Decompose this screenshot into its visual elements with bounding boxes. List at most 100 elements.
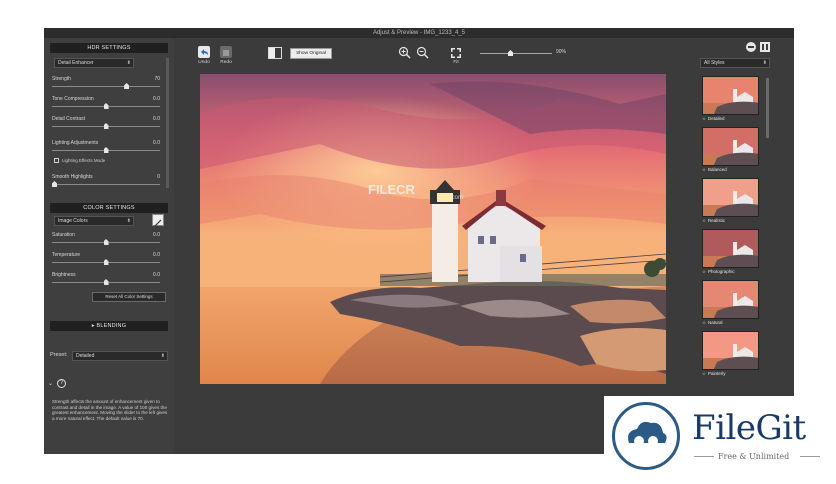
undo-label: Undo — [198, 60, 210, 65]
styles-panel: All Styles ⬍ ☆ Detailed ☆ Balanced ☆ Realisti… — [694, 38, 794, 454]
star-icon[interactable]: ☆ — [702, 269, 706, 274]
style-name: Natural — [708, 320, 723, 325]
star-icon[interactable]: ☆ — [702, 116, 706, 121]
minus-icon — [748, 46, 754, 48]
styles-scrollbar[interactable] — [766, 78, 769, 138]
grid-view-button[interactable] — [760, 42, 770, 52]
slider-value: 0.0 — [153, 96, 160, 102]
slider-thumb[interactable] — [124, 83, 130, 89]
redo-icon — [223, 50, 229, 56]
preset-value: Detailed — [76, 353, 95, 359]
style-thumbnail[interactable]: ☆ Natural — [702, 280, 759, 327]
slider-label: Saturation — [52, 232, 75, 238]
slider-detail-contrast[interactable]: Detail Contrast 0.0 — [52, 116, 160, 134]
chevron-down-icon: ⬍ — [160, 353, 165, 359]
top-toolbar: Undo Redo Show Original Fit 90% — [174, 38, 694, 78]
style-name: Realistic — [708, 218, 726, 223]
style-name: Balanced — [708, 167, 727, 172]
slider-label: Tone Compression — [52, 96, 94, 102]
slider-track[interactable] — [52, 86, 160, 87]
slider-strength[interactable]: Strength 70 — [52, 76, 160, 94]
star-icon[interactable]: ☆ — [702, 320, 706, 325]
redo-label: Redo — [220, 60, 232, 65]
zoom-in-button[interactable] — [398, 46, 411, 59]
chevron-down-icon: ⬍ — [762, 60, 767, 66]
zoom-out-icon — [416, 46, 429, 59]
window-title: Adjust & Preview - IMG_1233_4_5 — [44, 28, 794, 38]
style-thumbnail-label: ☆ Balanced — [702, 166, 759, 174]
filegit-badge: FileGit Free & Unlimited — [604, 396, 836, 484]
style-thumbnail-image[interactable] — [702, 229, 759, 268]
style-thumbnail-label: ☆ Realistic — [702, 217, 759, 225]
slider-thumb[interactable] — [52, 181, 57, 187]
color-mode-dropdown[interactable]: Image Colors ⬍ — [54, 216, 134, 226]
style-thumbnail[interactable]: ☆ Realistic — [702, 178, 759, 225]
slider-value: 0.0 — [153, 116, 160, 122]
hdr-preset-dropdown[interactable]: Detail Enhancer ⬍ — [54, 58, 134, 68]
style-thumbnail[interactable]: ☆ Photographic — [702, 229, 759, 276]
zoom-value: 90% — [556, 49, 567, 55]
preset-dropdown[interactable]: Detailed ⬍ — [72, 351, 168, 361]
preview-image[interactable]: FILECR .com — [200, 74, 666, 384]
divider — [800, 456, 820, 457]
styles-filter-dropdown[interactable]: All Styles ⬍ — [700, 58, 770, 68]
compare-view-button[interactable] — [268, 47, 282, 59]
chevron-down-icon: ⬍ — [126, 60, 131, 66]
redo-button[interactable] — [220, 46, 232, 58]
style-thumbnail-image[interactable] — [702, 127, 759, 166]
color-settings-header[interactable]: COLOR SETTINGS — [50, 203, 168, 213]
slider-value: 70 — [154, 76, 160, 82]
hdr-scrollbar[interactable] — [166, 58, 169, 188]
blending-header[interactable]: ▸ BLENDING — [50, 321, 168, 331]
slider-thumb[interactable] — [103, 239, 109, 245]
slider-label: Lighting Adjustments — [52, 140, 99, 146]
slider-thumb[interactable] — [103, 279, 109, 285]
slider-label: Smooth Highlights — [52, 174, 93, 180]
star-icon[interactable]: ☆ — [702, 167, 706, 172]
slider-thumb[interactable] — [103, 123, 109, 129]
reset-color-settings-button[interactable]: Reset All Color Settings — [92, 292, 166, 302]
style-thumbnail[interactable]: ☆ Balanced — [702, 127, 759, 174]
style-thumbnail-image[interactable] — [702, 280, 759, 319]
chevron-down-icon: ⬍ — [126, 218, 131, 224]
style-thumbnail-image[interactable] — [702, 331, 759, 370]
split-view-icon — [269, 48, 275, 58]
undo-button[interactable] — [198, 46, 210, 58]
style-name: Painterly — [708, 371, 726, 376]
slider-track[interactable] — [52, 184, 160, 185]
eyedropper-button[interactable] — [152, 214, 164, 227]
slider-value: 0.0 — [153, 272, 160, 278]
fit-button[interactable] — [450, 46, 462, 58]
slider-thumb[interactable] — [103, 103, 109, 109]
style-thumbnail-image[interactable] — [702, 76, 759, 115]
slider-temperature[interactable]: Temperature 0.0 — [52, 252, 160, 270]
slider-thumb[interactable] — [103, 259, 109, 265]
style-name: Detailed — [708, 116, 725, 121]
zoom-out-button[interactable] — [416, 46, 429, 59]
star-icon[interactable]: ☆ — [702, 371, 706, 376]
zoom-slider-track[interactable] — [480, 53, 552, 54]
slider-saturation[interactable]: Saturation 0.0 — [52, 232, 160, 250]
styles-filter-value: All Styles — [704, 60, 725, 66]
slider-label: Strength — [52, 76, 71, 82]
slider-brightness[interactable]: Brightness 0.0 — [52, 272, 160, 290]
hdr-settings-header[interactable]: HDR SETTINGS — [50, 43, 168, 53]
slider-tone-compression[interactable]: Tone Compression 0.0 — [52, 96, 160, 114]
checkbox-label: Lighting Effects Mode — [62, 158, 106, 163]
style-thumbnail-image[interactable] — [702, 178, 759, 217]
minus-circle-button[interactable] — [746, 42, 756, 52]
lighting-effects-checkbox[interactable]: Lighting Effects Mode — [54, 158, 106, 164]
columns-icon — [762, 44, 764, 50]
slider-value: 0 — [157, 174, 160, 180]
show-original-button[interactable]: Show Original — [290, 48, 332, 59]
checkbox-box[interactable] — [54, 158, 59, 164]
slider-label: Brightness — [52, 272, 76, 278]
star-icon[interactable]: ☆ — [702, 218, 706, 223]
slider-smooth-highlights[interactable]: Smooth Highlights 0 — [52, 174, 160, 192]
slider-lighting-adjustments[interactable]: Lighting Adjustments 0.0 — [52, 140, 160, 158]
style-thumbnail[interactable]: ☆ Painterly — [702, 331, 759, 378]
zoom-slider-thumb[interactable] — [508, 50, 513, 56]
collapse-help-icon[interactable]: ⌄ — [48, 380, 53, 387]
slider-thumb[interactable] — [103, 147, 109, 153]
style-thumbnail[interactable]: ☆ Detailed — [702, 76, 759, 123]
